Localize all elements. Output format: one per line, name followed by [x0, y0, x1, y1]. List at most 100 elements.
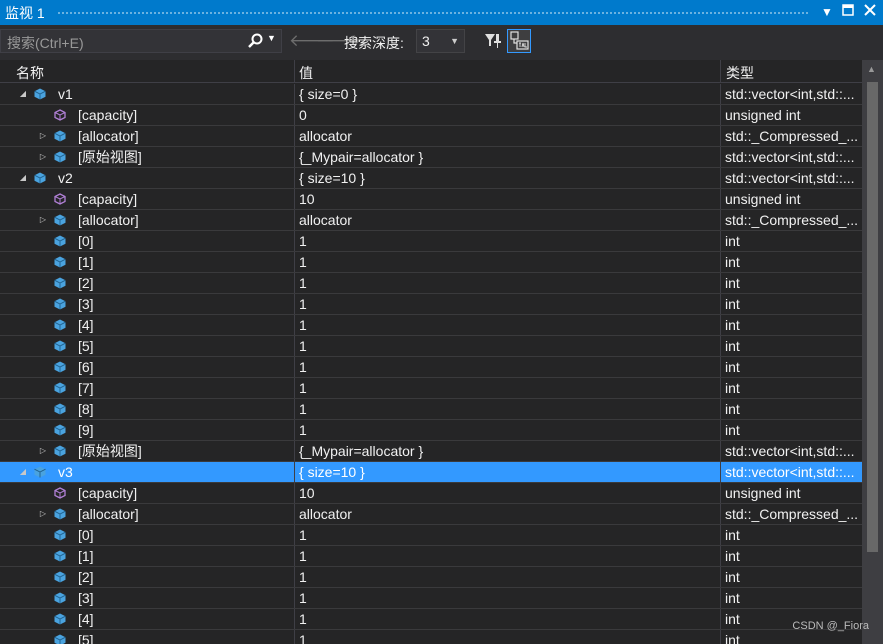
row-name: [1]: [78, 254, 94, 270]
row-value[interactable]: { size=0 }: [299, 86, 717, 103]
table-row[interactable]: [capacity] 10 unsigned int: [0, 189, 862, 210]
table-row[interactable]: ◢ v1 { size=0 } std::vector<int,std::...: [0, 84, 862, 105]
row-value[interactable]: 1: [299, 359, 717, 376]
table-row[interactable]: [3] 1 int: [0, 294, 862, 315]
row-value[interactable]: allocator: [299, 506, 717, 523]
row-value[interactable]: 0: [299, 107, 717, 124]
column-divider[interactable]: [294, 60, 295, 82]
cell-divider: [720, 105, 721, 125]
cell-divider: [294, 357, 295, 377]
cell-divider: [720, 84, 721, 104]
table-row[interactable]: [5] 1 int: [0, 630, 862, 644]
table-row[interactable]: [1] 1 int: [0, 252, 862, 273]
table-row[interactable]: ◢ v2 { size=10 } std::vector<int,std::...: [0, 168, 862, 189]
table-row[interactable]: [capacity] 10 unsigned int: [0, 483, 862, 504]
row-value[interactable]: 1: [299, 422, 717, 439]
row-value[interactable]: 1: [299, 233, 717, 250]
variable-cube-icon: [53, 423, 67, 437]
table-row[interactable]: [2] 1 int: [0, 567, 862, 588]
table-row[interactable]: [3] 1 int: [0, 588, 862, 609]
row-value[interactable]: 10: [299, 191, 717, 208]
table-row[interactable]: ▷ [allocator] allocator std::_Compressed_..…: [0, 210, 862, 231]
table-row[interactable]: [4] 1 int: [0, 609, 862, 630]
cell-divider: [294, 294, 295, 314]
scrollbar-thumb[interactable]: [867, 82, 878, 552]
table-row[interactable]: [0] 1 int: [0, 231, 862, 252]
table-row-selected[interactable]: ◢ v3 { size=10 } std::vector<int,std::...: [0, 462, 862, 483]
row-value[interactable]: 1: [299, 401, 717, 418]
table-row[interactable]: [7] 1 int: [0, 378, 862, 399]
collapsed-arrow-icon[interactable]: ▷: [38, 446, 48, 456]
row-name: [9]: [78, 422, 94, 438]
expanded-arrow-icon[interactable]: ◢: [18, 467, 28, 477]
scroll-up-icon[interactable]: ▲: [867, 64, 876, 74]
vertical-scrollbar[interactable]: ▲: [862, 60, 883, 644]
row-value[interactable]: 1: [299, 590, 717, 607]
table-row[interactable]: [8] 1 int: [0, 399, 862, 420]
row-value[interactable]: {_Mypair=allocator }: [299, 443, 717, 460]
table-row[interactable]: [9] 1 int: [0, 420, 862, 441]
row-value[interactable]: { size=10 }: [299, 170, 717, 187]
column-value-header[interactable]: 值: [299, 63, 313, 83]
table-row[interactable]: [0] 1 int: [0, 525, 862, 546]
row-value[interactable]: allocator: [299, 212, 717, 229]
filter-pin-icon[interactable]: [481, 29, 505, 53]
row-value[interactable]: 1: [299, 569, 717, 586]
row-value[interactable]: 1: [299, 380, 717, 397]
row-value[interactable]: 1: [299, 254, 717, 271]
cell-divider: [720, 609, 721, 629]
window-menu-icon[interactable]: ▼: [819, 4, 835, 20]
row-value[interactable]: allocator: [299, 128, 717, 145]
row-value[interactable]: 1: [299, 317, 717, 334]
row-value[interactable]: 1: [299, 275, 717, 292]
search-input[interactable]: 搜索(Ctrl+E) ▼: [0, 29, 282, 53]
cell-divider: [294, 609, 295, 629]
column-type-header[interactable]: 类型: [726, 63, 754, 83]
maximize-icon[interactable]: [840, 4, 856, 20]
tab-format-icon[interactable]: [507, 29, 531, 53]
column-divider[interactable]: [720, 60, 721, 82]
table-row[interactable]: [capacity] 0 unsigned int: [0, 105, 862, 126]
variable-cube-icon: [53, 339, 67, 353]
row-value[interactable]: 1: [299, 527, 717, 544]
table-row[interactable]: [6] 1 int: [0, 357, 862, 378]
cell-divider: [720, 231, 721, 251]
cell-divider: [294, 504, 295, 524]
row-value[interactable]: 1: [299, 611, 717, 628]
search-depth-select[interactable]: 3 ▼: [416, 29, 465, 53]
expanded-arrow-icon[interactable]: ◢: [18, 89, 28, 99]
row-type: int: [725, 401, 740, 417]
column-name-header[interactable]: 名称: [16, 63, 44, 83]
row-value[interactable]: 1: [299, 548, 717, 565]
table-row[interactable]: [4] 1 int: [0, 315, 862, 336]
row-type: int: [725, 569, 740, 585]
cell-divider: [294, 315, 295, 335]
row-value[interactable]: 1: [299, 338, 717, 355]
row-value[interactable]: { size=10 }: [299, 464, 717, 481]
search-icon[interactable]: [247, 33, 263, 49]
table-row[interactable]: [2] 1 int: [0, 273, 862, 294]
row-value[interactable]: 1: [299, 632, 717, 644]
table-row[interactable]: ▷ [原始视图] {_Mypair=allocator } std::vector<i…: [0, 147, 862, 168]
table-row[interactable]: ▷ [原始视图] {_Mypair=allocator } std::vector<i…: [0, 441, 862, 462]
row-value[interactable]: 10: [299, 485, 717, 502]
collapsed-arrow-icon[interactable]: ▷: [38, 131, 48, 141]
row-type: int: [725, 317, 740, 333]
collapsed-arrow-icon[interactable]: ▷: [38, 509, 48, 519]
cell-divider: [720, 546, 721, 566]
table-row[interactable]: ▷ [allocator] allocator std::_Compressed_..…: [0, 504, 862, 525]
collapsed-arrow-icon[interactable]: ▷: [38, 215, 48, 225]
cell-divider: [294, 189, 295, 209]
collapsed-arrow-icon[interactable]: ▷: [38, 152, 48, 162]
close-icon[interactable]: [862, 4, 878, 20]
table-row[interactable]: [1] 1 int: [0, 546, 862, 567]
cell-divider: [720, 126, 721, 146]
row-value[interactable]: {_Mypair=allocator }: [299, 149, 717, 166]
row-value[interactable]: 1: [299, 296, 717, 313]
expanded-arrow-icon[interactable]: ◢: [18, 173, 28, 183]
table-row[interactable]: ▷ [allocator] allocator std::_Compressed_..…: [0, 126, 862, 147]
table-row[interactable]: [5] 1 int: [0, 336, 862, 357]
cell-divider: [720, 567, 721, 587]
search-dropdown-icon[interactable]: ▼: [267, 33, 276, 43]
title-bar[interactable]: 监视 1 ▼: [0, 0, 883, 25]
